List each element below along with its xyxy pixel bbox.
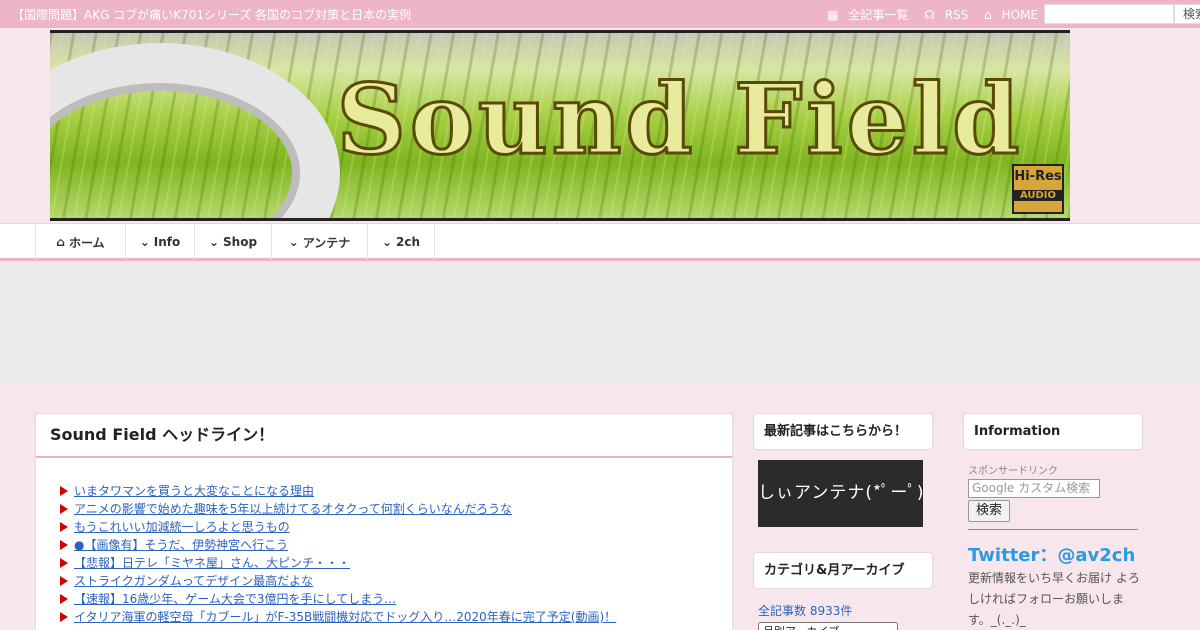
headline-link[interactable]: 【悲報】日テレ「ミヤネ屋」さん、大ピンチ・・・ (74, 556, 350, 570)
list-item: ●【画像有】そうだ、伊勢神宮へ行こう (60, 536, 616, 554)
list-item: イタリア海軍の軽空母「カブール」がF-35B戦闘機対応でドッグ入り…2020年春… (60, 608, 616, 626)
twitter-description: 更新情報をいち早くお届け よろしければフォローお願いします。_(._.)_ (968, 571, 1140, 627)
headline-link[interactable]: ●【画像有】そうだ、伊勢神宮へ行こう (74, 538, 288, 552)
list-item: 【速報】16歳少年、ゲーム大会で3億円を手にしてしまう… (60, 590, 616, 608)
information-heading: Information (963, 413, 1143, 450)
top-bar: 【国際問題】AKG コブが痛いK701シリーズ 各国のコブ対策と日本の実例 ▦ … (0, 0, 1200, 28)
top-links: ▦ 全記事一覧 ☊ RSS ⌂ HOME (815, 6, 1038, 23)
chevron-down-icon: ⌄ (381, 235, 393, 249)
google-search-input[interactable]: Google カスタム検索 (968, 479, 1100, 498)
site-banner[interactable]: Sound Field Hi-Res AUDIO (50, 30, 1070, 221)
triangle-bullet-icon (60, 504, 68, 514)
home-icon: ⌂ (56, 235, 65, 249)
nav-item-info[interactable]: ⌄ Info (125, 224, 194, 260)
twitter-link[interactable]: Twitter：@av2ch (968, 541, 1135, 567)
category-archive-heading: カテゴリ&月アーカイブ (753, 552, 933, 589)
headline-link[interactable]: いまタワマンを買うと大変なことになる理由 (74, 484, 314, 498)
google-search-button[interactable]: 検索 (968, 500, 1010, 522)
ad-area (0, 264, 1200, 382)
headline-link[interactable]: イタリア海軍の軽空母「カブール」がF-35B戦闘機対応でドッグ入り…2020年春… (74, 610, 616, 624)
divider (968, 529, 1138, 530)
latest-articles-heading: 最新記事はこちらから！ (753, 413, 933, 450)
hires-audio-badge: Hi-Res AUDIO (1012, 164, 1064, 214)
article-count: 全記事数 8933件 (758, 604, 853, 618)
triangle-bullet-icon (60, 576, 68, 586)
list-item: 【悲報】日テレ「ミヤネ屋」さん、大ピンチ・・・ (60, 554, 616, 572)
top-search-input[interactable] (1044, 4, 1174, 24)
nav-item-antenna[interactable]: ⌄ アンテナ (271, 224, 367, 260)
headlines-title: Sound Field ヘッドライン！ (36, 414, 732, 458)
list-item: もうこれいい加減統一しろよと思うもの (60, 518, 616, 536)
top-ticker-link[interactable]: 【国際問題】AKG コブが痛いK701シリーズ 各国のコブ対策と日本の実例 (12, 6, 411, 23)
triangle-bullet-icon (60, 486, 68, 496)
list-item: いまタワマンを買うと大変なことになる理由 (60, 482, 616, 500)
chevron-down-icon: ⌄ (139, 235, 150, 249)
headline-link[interactable]: 【速報】16歳少年、ゲーム大会で3億円を手にしてしまう… (74, 592, 396, 606)
headlines-box: Sound Field ヘッドライン！ いまタワマンを買うと大変なことになる理由… (35, 413, 733, 630)
grid-icon: ▦ (827, 8, 839, 22)
archive-select[interactable]: 月別アーカイブ (758, 622, 898, 630)
triangle-bullet-icon (60, 558, 68, 568)
triangle-bullet-icon (60, 612, 68, 622)
top-search-button[interactable]: 検索 (1174, 4, 1200, 24)
list-item: アニメの影響で始めた趣味を5年以上続けてるオタクって何割くらいなんだろうな (60, 500, 616, 518)
headline-link[interactable]: もうこれいい加減統一しろよと思うもの (74, 520, 290, 534)
triangle-bullet-icon (60, 594, 68, 604)
headline-link[interactable]: ストライクガンダムってデザイン最高だよな (74, 574, 313, 588)
sponsor-label: スポンサードリンク (968, 466, 1058, 477)
chevron-down-icon: ⌄ (288, 235, 299, 249)
nav-menu: ⌂ ホーム ⌄ Info ⌄ Shop ⌄ アンテナ ⌄ 2ch (35, 224, 435, 260)
antenna-banner-link[interactable]: しぃアンテナ(*ﾟーﾟ) (758, 460, 923, 527)
rss-icon: ☊ (924, 8, 935, 22)
nav-item-home[interactable]: ⌂ ホーム (35, 224, 125, 260)
banner-title: Sound Field (335, 62, 1024, 178)
all-articles-link[interactable]: ▦ 全記事一覧 (821, 8, 908, 22)
triangle-bullet-icon (60, 522, 68, 532)
triangle-bullet-icon (60, 540, 68, 550)
home-link[interactable]: ⌂ HOME (978, 8, 1038, 22)
headline-link[interactable]: アニメの影響で始めた趣味を5年以上続けてるオタクって何割くらいなんだろうな (74, 502, 512, 516)
nav-item-shop[interactable]: ⌄ Shop (194, 224, 271, 260)
headline-list: いまタワマンを買うと大変なことになる理由 アニメの影響で始めた趣味を5年以上続け… (60, 482, 616, 626)
chevron-down-icon: ⌄ (208, 235, 220, 249)
rss-link[interactable]: ☊ RSS (918, 8, 968, 22)
home-icon: ⌂ (984, 8, 992, 22)
list-item: ストライクガンダムってデザイン最高だよな (60, 572, 616, 590)
nav-item-2ch[interactable]: ⌄ 2ch (367, 224, 435, 260)
main-navbar: ⌂ ホーム ⌄ Info ⌄ Shop ⌄ アンテナ ⌄ 2ch (0, 223, 1200, 261)
